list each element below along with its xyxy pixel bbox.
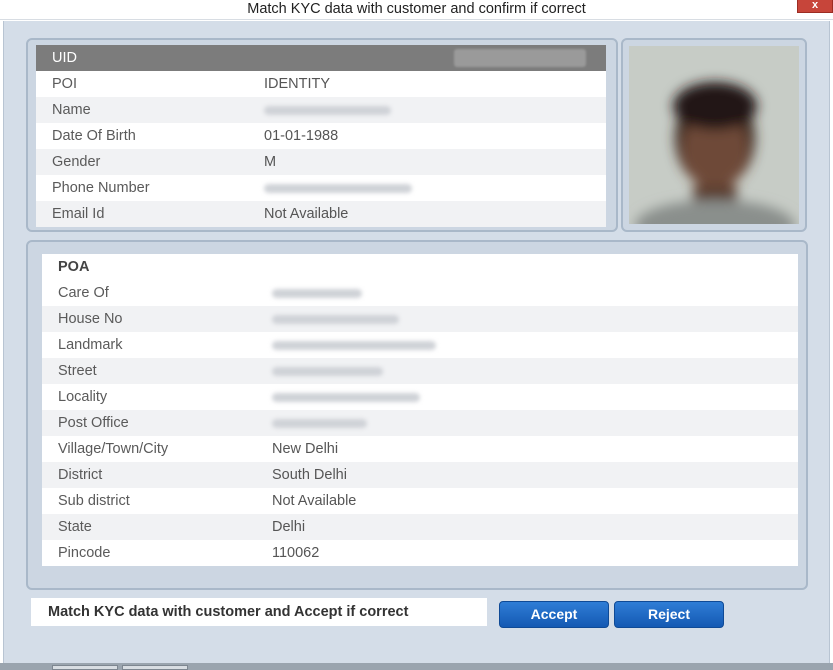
- field-value: Not Available: [272, 493, 357, 509]
- address-table: POA Care Of House No Landmark Street Localit…: [42, 254, 798, 566]
- data-row: Locality: [42, 384, 798, 410]
- field-label: Name: [52, 102, 91, 118]
- field-label: Pincode: [58, 545, 111, 561]
- data-row: House No: [42, 306, 798, 332]
- field-label: House No: [58, 311, 123, 327]
- field-label: Care Of: [58, 285, 109, 301]
- field-label: Village/Town/City: [58, 441, 169, 457]
- field-value: New Delhi: [272, 441, 339, 457]
- data-row: Date Of Birth 01-01-1988: [36, 123, 606, 149]
- data-row: District South Delhi: [42, 462, 798, 488]
- identity-table: UID POI IDENTITY Name Date Of Birth 01-01-19…: [36, 45, 606, 229]
- field-label: Phone Number: [52, 180, 150, 196]
- masked-value: [264, 106, 391, 115]
- title-bar: Match KYC data with customer and confirm…: [0, 0, 833, 20]
- taskbar-tab[interactable]: [52, 665, 118, 670]
- data-row: Email Id Not Available: [36, 201, 606, 227]
- data-row: Care Of: [42, 280, 798, 306]
- field-value: South Delhi: [272, 467, 347, 483]
- data-row: POI IDENTITY: [36, 71, 606, 97]
- masked-value: [272, 419, 367, 428]
- close-button[interactable]: x: [797, 0, 833, 13]
- field-value: 110062: [272, 545, 320, 561]
- address-panel: POA Care Of House No Landmark Street Localit…: [26, 240, 808, 590]
- field-label: District: [58, 467, 103, 483]
- masked-value: [272, 367, 383, 376]
- photo-frame: [621, 38, 807, 232]
- field-label: POI: [52, 76, 77, 92]
- data-row: Sub district Not Available: [42, 488, 798, 514]
- data-row: Village/Town/City New Delhi: [42, 436, 798, 462]
- field-label: Post Office: [58, 415, 129, 431]
- data-row: State Delhi: [42, 514, 798, 540]
- masked-value: [272, 315, 399, 324]
- data-row: Pincode 110062: [42, 540, 798, 566]
- field-value: IDENTITY: [264, 76, 331, 92]
- data-row: Post Office: [42, 410, 798, 436]
- window-title: Match KYC data with customer and confirm…: [247, 1, 586, 17]
- field-label: Email Id: [52, 206, 105, 222]
- masked-value: [272, 393, 420, 402]
- masked-value: [264, 184, 412, 193]
- data-row: Landmark: [42, 332, 798, 358]
- uid-value-masked: [454, 49, 586, 67]
- data-row: Name: [36, 97, 606, 123]
- uid-row: UID: [36, 45, 606, 71]
- footer-message: Match KYC data with customer and Accept …: [31, 598, 487, 626]
- identity-panel: UID POI IDENTITY Name Date Of Birth 01-01-19…: [26, 38, 618, 232]
- data-row: Phone Number: [36, 175, 606, 201]
- field-value: 01-01-1988: [264, 128, 339, 144]
- accept-button[interactable]: Accept: [499, 601, 609, 628]
- field-label: Street: [58, 363, 97, 379]
- customer-photo-icon: [629, 46, 799, 224]
- field-value: Not Available: [264, 206, 349, 222]
- field-label: Locality: [58, 389, 108, 405]
- field-value: M: [264, 154, 277, 170]
- data-row: Street: [42, 358, 798, 384]
- field-label: Gender: [52, 154, 101, 170]
- masked-value: [272, 289, 362, 298]
- poa-heading-row: POA: [42, 254, 798, 280]
- field-label: Landmark: [58, 337, 123, 353]
- poa-heading: POA: [58, 259, 90, 275]
- kyc-dialog: UID POI IDENTITY Name Date Of Birth 01-01-19…: [3, 21, 830, 663]
- field-value: Delhi: [272, 519, 306, 535]
- reject-button[interactable]: Reject: [614, 601, 724, 628]
- data-row: Gender M: [36, 149, 606, 175]
- field-label: Date Of Birth: [52, 128, 136, 144]
- field-label: Sub district: [58, 493, 130, 509]
- customer-photo: [629, 46, 799, 224]
- masked-value: [272, 341, 436, 350]
- uid-label: UID: [52, 50, 77, 66]
- taskbar-tab[interactable]: [122, 665, 188, 670]
- field-label: State: [58, 519, 92, 535]
